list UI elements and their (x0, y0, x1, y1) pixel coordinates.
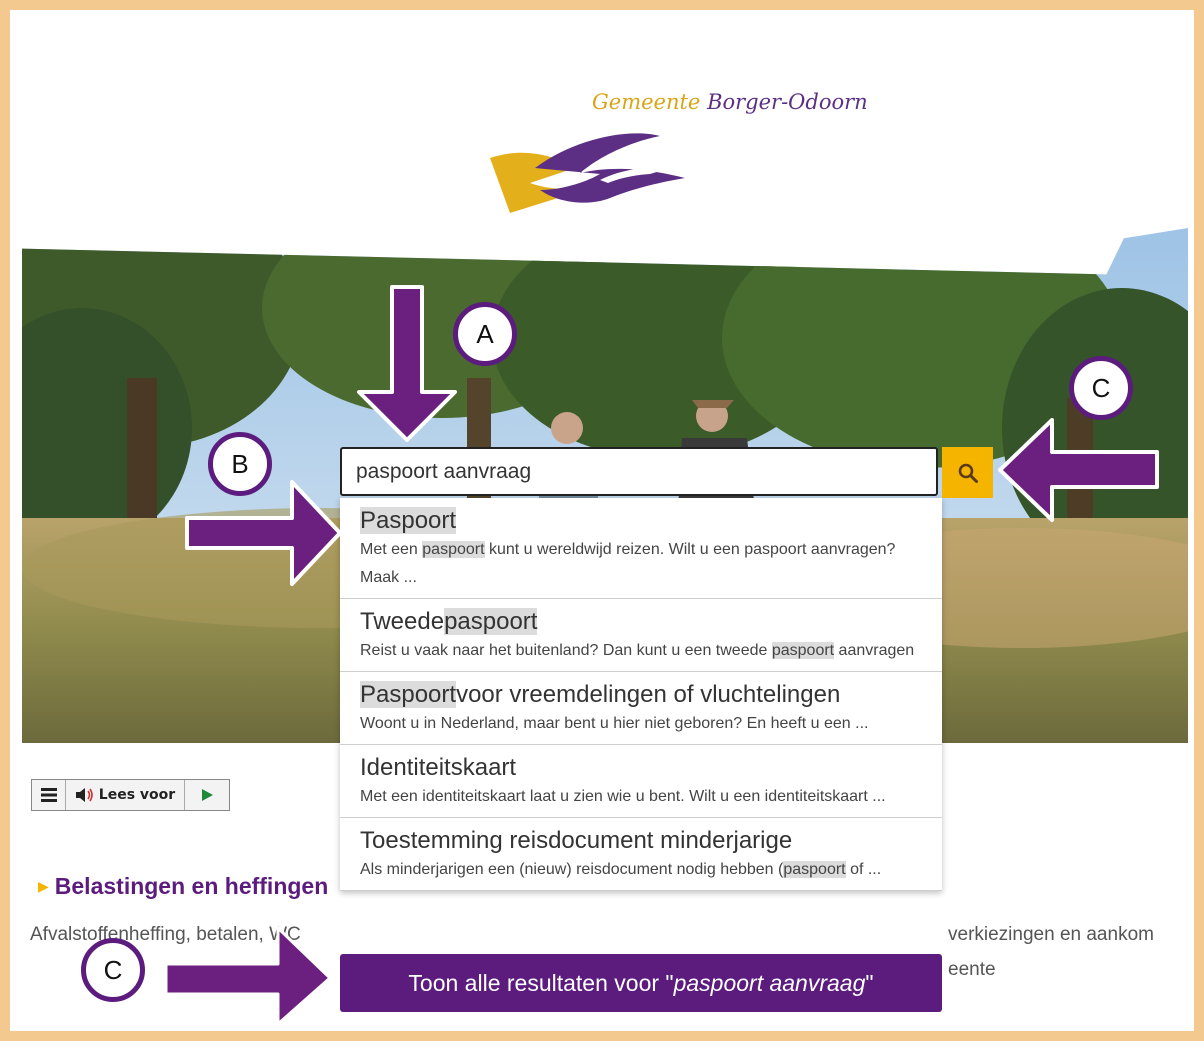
arrow-left-icon (998, 418, 1159, 522)
annotation-marker-c-top: C (1069, 356, 1133, 420)
annotation-marker-b: B (208, 432, 272, 496)
annotation-marker-c-bottom: C (81, 938, 145, 1002)
annotation-arrows-overlay (164, 285, 1159, 1026)
annotation-marker-a: A (453, 302, 517, 366)
arrow-right-bottom-icon (164, 926, 332, 1026)
arrow-right-icon (185, 480, 342, 586)
arrow-down-icon (357, 285, 457, 442)
